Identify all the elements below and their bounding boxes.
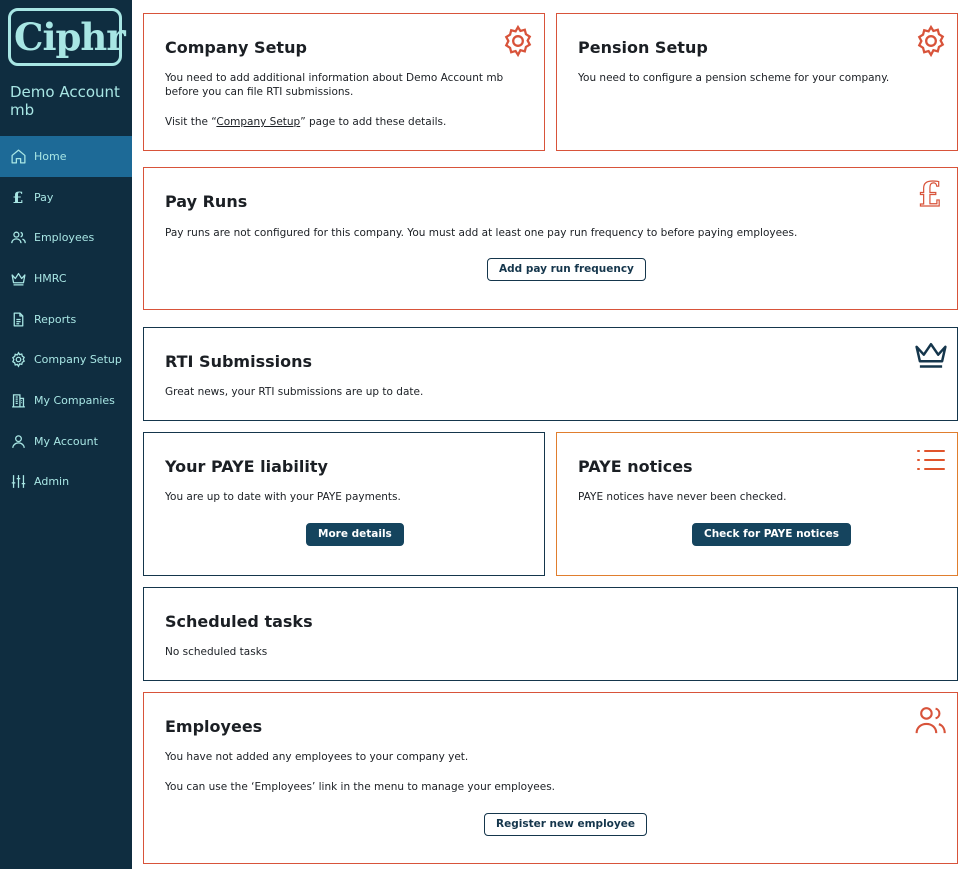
card-title: Pension Setup [578,38,708,57]
add-pay-run-frequency-button[interactable]: Add pay run frequency [487,258,646,281]
card-title: PAYE notices [578,457,693,476]
more-details-button[interactable]: More details [306,523,404,546]
card-text: You have not added any employees to your… [165,751,469,763]
company-setup-link[interactable]: Company Setup [216,116,300,128]
gear-icon [9,351,27,369]
document-icon [9,310,27,328]
sidebar-item-my-account[interactable]: My Account [0,421,132,462]
pound-icon: £ [917,175,942,215]
user-icon [9,432,27,450]
sidebar-item-label: Home [34,149,67,163]
sliders-icon [9,473,27,491]
sidebar-nav: Home £ Pay Employees HMRC Reports Compan… [0,136,132,502]
pension-setup-card: Pension Setup You need to configure a pe… [556,13,958,151]
card-text: You need to add additional information a… [165,72,504,98]
sidebar-item-label: Pay [34,190,54,204]
sidebar: Ciphr Demo Account mb Home £ Pay Employe… [0,0,132,869]
card-text: You can use the ‘Employees’ link in the … [165,781,556,793]
employees-card: Employees You have not added any employe… [143,692,958,864]
sidebar-item-hmrc[interactable]: HMRC [0,258,132,299]
company-setup-card: Company Setup You need to add additional… [143,13,545,151]
ciphr-logo[interactable]: Ciphr [8,8,126,66]
sidebar-item-label: Company Setup [34,353,122,367]
sidebar-item-label: Reports [34,312,77,326]
card-text: Great news, your RTI submissions are up … [165,386,424,398]
card-title: Your PAYE liability [165,457,328,476]
card-title: Scheduled tasks [165,612,313,631]
sidebar-item-employees[interactable]: Employees [0,217,132,258]
card-text: Visit the “Company Setup” page to add th… [165,116,447,128]
sidebar-item-company-setup[interactable]: Company Setup [0,339,132,380]
home-icon [9,147,27,165]
check-for-paye-notices-button[interactable]: Check for PAYE notices [692,523,851,546]
crown-icon [914,341,948,375]
sidebar-item-label: Admin [34,475,70,489]
sidebar-item-label: HMRC [34,271,67,285]
paye-notices-card: PAYE notices PAYE notices have never bee… [556,432,958,576]
card-title: RTI Submissions [165,352,312,371]
register-new-employee-button[interactable]: Register new employee [484,813,647,836]
card-text: Pay runs are not configured for this com… [165,227,798,239]
sidebar-item-home[interactable]: Home [0,136,132,177]
crown-icon [9,269,27,287]
card-text: PAYE notices have never been checked. [578,491,787,503]
sidebar-item-label: Employees [34,231,95,245]
card-text: You are up to date with your PAYE paymen… [165,491,401,503]
gear-icon [501,24,535,62]
company-name: Demo Account mb [10,83,120,119]
sidebar-item-label: My Account [34,434,98,448]
sidebar-item-label: My Companies [34,393,115,407]
card-title: Company Setup [165,38,307,57]
sidebar-item-reports[interactable]: Reports [0,299,132,340]
card-text: No scheduled tasks [165,646,268,658]
users-icon [914,705,948,739]
sidebar-item-pay[interactable]: £ Pay [0,177,132,218]
sidebar-item-my-companies[interactable]: My Companies [0,380,132,421]
buildings-icon [9,391,27,409]
rti-submissions-card: RTI Submissions Great news, your RTI sub… [143,327,958,421]
gear-icon [914,24,948,62]
scheduled-tasks-card: Scheduled tasks No scheduled tasks [143,587,958,681]
card-text: You need to configure a pension scheme f… [578,72,890,84]
card-title: Pay Runs [165,192,248,211]
card-title: Employees [165,717,263,736]
list-icon [916,447,946,477]
pound-icon: £ [12,187,24,207]
users-icon [9,229,27,247]
paye-liability-card: Your PAYE liability You are up to date w… [143,432,545,576]
pay-runs-card: Pay Runs Pay runs are not configured for… [143,167,958,310]
sidebar-item-admin[interactable]: Admin [0,462,132,503]
